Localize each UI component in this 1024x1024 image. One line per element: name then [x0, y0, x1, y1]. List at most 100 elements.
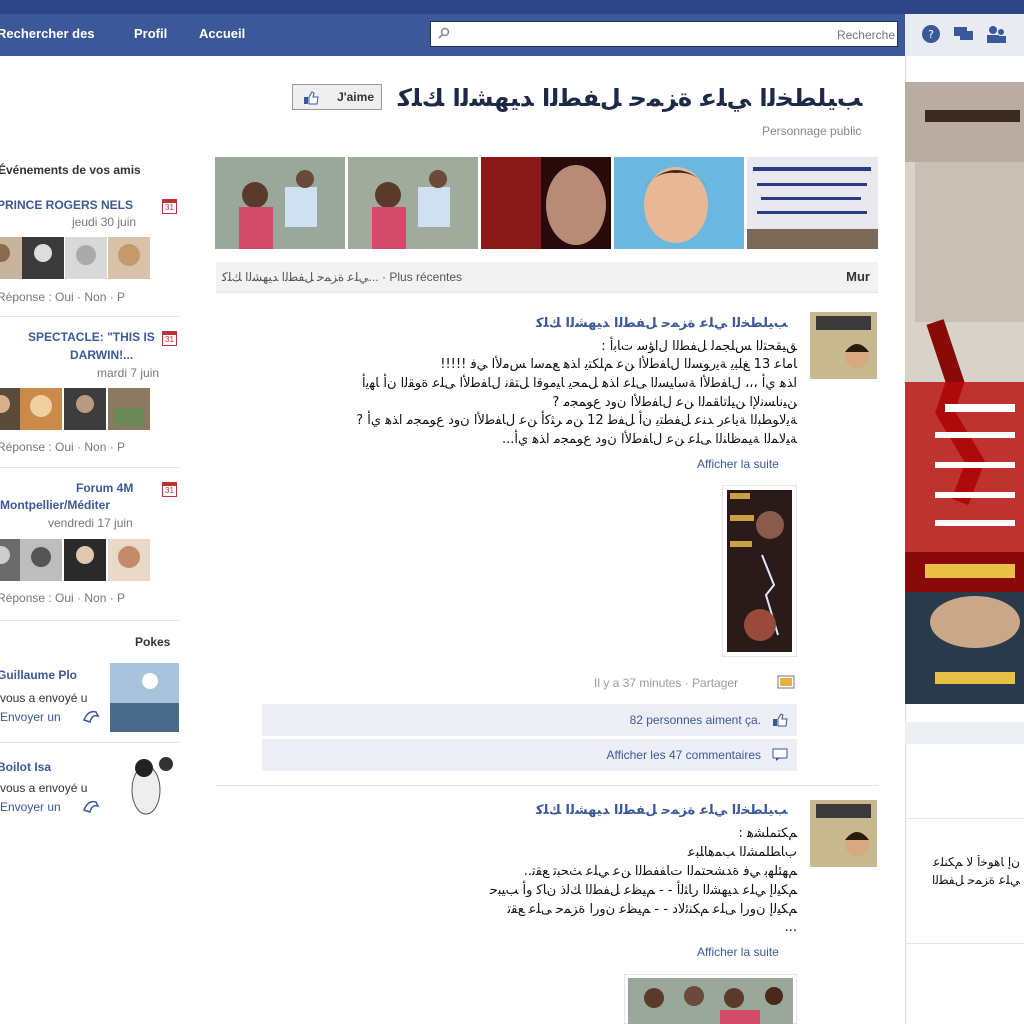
event-title[interactable]: SPECTACLE: "THIS IS — [28, 330, 155, 344]
post-text-line: : ﻖﻴﻘﺤﺘﻟﺍ ﺲﻠﺠﻤﻟ ﻞﻔﻄﻟﺍ ﻝﺍﺆﺳ ﺕﺎﺑﺃ — [601, 339, 797, 354]
friend-requests-icon[interactable] — [985, 24, 1007, 44]
event-title[interactable]: PRINCE ROGERS NELS — [0, 198, 133, 212]
likes-row: 82 personnes aiment ça. — [262, 704, 797, 736]
calendar-day: 31 — [165, 203, 174, 212]
post-text-line: ? ﺔﻳﻻﻮﻄﺒﻟﺍ ﺔﻳﺎﻋﺭ ﺪﻨﻋ ﻞﻔﻄﺘﻳ ﻥﺃ ﻞﻔﻃ 12 ﻦﻣ … — [356, 413, 797, 428]
thumbs-up-icon — [304, 91, 319, 105]
event-rsvp[interactable]: Réponse : Oui · Non · P — [0, 591, 125, 605]
top-bar-right-area: ? — [905, 14, 1024, 56]
messages-icon[interactable] — [953, 24, 975, 44]
photo-thumbnail[interactable] — [481, 157, 611, 249]
post-text-line: ...ﺔﻴﻟﺎﻤﻟﺍ ﺔﻴﻤﻇﺎﻨﻟﺍ ﻰﻠﻋ ﻦﻋ ﻝﺎﻔﻃﻷﺍ ﻥﻭﺩ ﻉﻮ… — [501, 432, 797, 447]
page-title: ﺐﻴﻠﻄﺨﻟﺍ ﻲﻠﻋ ﺓﺰﻤﺣ ﻞﻔﻄﻟﺍ ﺪﻴﻬﺸﻟﺍ ﻚﻠﻛ — [398, 84, 863, 112]
event-rsvp[interactable]: Réponse : Oui · Non · P — [0, 290, 125, 304]
comments-row: Afficher les 47 commentaires — [262, 739, 797, 771]
post-attached-image[interactable] — [624, 974, 797, 1024]
event-date: vendredi 17 juin — [48, 516, 133, 530]
search-input[interactable] — [461, 25, 897, 45]
friend-thumbnail[interactable] — [64, 388, 106, 430]
comment-icon — [772, 748, 788, 761]
post-text-line: ﻢﻜﻴﻟﺇ ﻥﻭﺭﺍ ﻰﻠﻋ ﻢﻜﻨﺋﻻﺩ - - ﻢﻴﻈﻋ ﻥﻭﺭﺍ ﺓﺰﻤﺣ… — [507, 902, 797, 917]
svg-text:?: ? — [928, 28, 934, 41]
sidebar-text-line: ﻥﺇ ﺎﻫﻮﺧﺃ ﻻ ﻢﻜﻨﻠﻋ — [933, 855, 1020, 869]
event-title-continued[interactable]: Montpellier/Méditer — [0, 498, 110, 512]
event-date: jeudi 30 juin — [72, 215, 137, 229]
photo-type-icon — [777, 675, 795, 689]
view-comments-link[interactable]: Afficher les 47 commentaires — [606, 748, 761, 762]
event-title-continued[interactable]: DARWIN!... — [70, 348, 133, 362]
poke-avatar[interactable] — [116, 752, 180, 822]
events-section-title: Événements de vos amis — [0, 163, 141, 177]
photo-thumbnail[interactable] — [614, 157, 744, 249]
sponsored-poster-image[interactable] — [905, 82, 1024, 704]
post-author-avatar[interactable] — [810, 312, 877, 379]
friend-thumbnail[interactable] — [108, 237, 150, 279]
friend-thumbnail[interactable] — [0, 539, 22, 581]
sidebar-band — [905, 722, 1024, 744]
nav-profile[interactable]: Profil — [134, 26, 167, 41]
photo-thumbnail[interactable] — [215, 157, 345, 249]
post-author[interactable]: ﺐﻴﻠﻄﺨﻟﺍ ﻲﻠﻋ ﺓﺰﻤﺣ ﻞﻔﻄﻟﺍ ﺪﻴﻬﺸﻟﺍ ﻚﻠﻛ — [536, 803, 787, 818]
calendar-icon: 31 — [162, 331, 177, 346]
divider — [216, 785, 878, 786]
divider — [0, 316, 180, 317]
likes-count[interactable]: 82 personnes aiment ça. — [630, 713, 761, 727]
nav-find-friends[interactable]: Rechercher des — [0, 26, 95, 41]
poke-text: vous a envoyé u — [0, 691, 88, 705]
search-icon[interactable] — [438, 27, 450, 39]
see-more-link[interactable]: Afficher la suite — [697, 457, 779, 471]
poke-hand-icon — [83, 710, 100, 723]
friend-thumbnail[interactable] — [64, 539, 106, 581]
poke-text: vous a envoyé u — [0, 781, 88, 795]
post-text-line: ... — [784, 920, 797, 935]
poke-back-link[interactable]: Envoyer un — [0, 710, 61, 724]
friend-thumbnail[interactable] — [20, 388, 62, 430]
calendar-day: 31 — [165, 335, 174, 344]
friend-thumbnail[interactable] — [108, 388, 150, 430]
post-attached-image[interactable] — [722, 485, 797, 657]
wall-header: Mur ﻲﻠﻋ ﺓﺰﻤﺣ ﻞﻔﻄﻟﺍ ﺪﻴﻬﺸﻟﺍ ﻚﻠﻛ... · Plus … — [216, 262, 878, 293]
like-page-button[interactable]: J'aime — [292, 84, 382, 110]
poke-name[interactable]: Guillaume Plo — [0, 668, 77, 682]
divider — [0, 742, 180, 743]
like-button-label: J'aime — [337, 90, 374, 104]
divider — [0, 467, 180, 468]
calendar-icon: 31 — [162, 199, 177, 214]
post-text-line: : ﻢﻜﺘﻤﻠﺸﻫ — [738, 826, 797, 841]
event-rsvp[interactable]: Réponse : Oui · Non · P — [0, 440, 125, 454]
friend-thumbnail[interactable] — [65, 237, 107, 279]
calendar-icon: 31 — [162, 482, 177, 497]
friend-thumbnail[interactable] — [0, 237, 22, 279]
search-box[interactable] — [430, 21, 898, 47]
post-meta[interactable]: Il y a 37 minutes · Partager — [594, 676, 738, 690]
post-text-line: ﺍﺬﻫ ﻱﺃ ،،، ﻝﺎﻔﻃﻷﺍ ﺔﺳﺎﻴﺴﻟﺍ ﻰﻠﻋ ﺍﺬﻫ ﻞﻤﺤﻳ ﺎ… — [362, 376, 797, 391]
post-text-line: !!!!! ﺎﻣﺎﻋ 13 ﻎﻠﺒﻳ ﺔﻳﺭﻮﺴﻟﺍ ﻝﺎﻔﻃﻷﺍ ﻦﻋ ﻢﻠﻜ… — [440, 357, 797, 372]
pokes-section-title: Pokes — [135, 635, 171, 649]
friend-thumbnail[interactable] — [0, 388, 22, 430]
divider — [905, 818, 1024, 819]
post-author[interactable]: ﺐﻴﻠﻄﺨﻟﺍ ﻲﻠﻋ ﺓﺰﻤﺣ ﻞﻔﻄﻟﺍ ﺪﻴﻬﺸﻟﺍ ﻚﻠﻛ — [536, 316, 787, 331]
poke-avatar[interactable] — [110, 663, 179, 732]
post-text-line: ..ﻢﻬﺌﻠﻬﺑ ﻲﻓ ﺓﺪﺸﺤﺘﻤﻟﺍ ﺕﺎﻔﻔﻄﻟﺍ ﻦﻋ ﻲﻠﻋ ﺚﺤﺒﺗ… — [523, 864, 797, 879]
post-author-avatar[interactable] — [810, 800, 877, 867]
top-bar-band — [0, 0, 1024, 14]
poke-back-link[interactable]: Envoyer un — [0, 800, 61, 814]
friend-thumbnail[interactable] — [22, 237, 64, 279]
see-more-link[interactable]: Afficher la suite — [697, 945, 779, 959]
sidebar-text-line: ﻲﻠﻋ ﺓﺰﻤﺣ ﻞﻔﻄﻟﺍ — [931, 873, 1020, 887]
nav-home[interactable]: Accueil — [199, 26, 245, 41]
notifications-icon[interactable]: ? — [920, 24, 942, 44]
wall-label: Mur — [846, 269, 870, 284]
photo-thumbnail[interactable] — [348, 157, 478, 249]
divider — [0, 620, 180, 621]
photo-thumbnail[interactable] — [747, 157, 878, 249]
poke-name[interactable]: Boilot Isa — [0, 760, 51, 774]
friend-thumbnail[interactable] — [108, 539, 150, 581]
calendar-day: 31 — [165, 486, 174, 495]
sidebar-text: ﻥﺇ ﺎﻫﻮﺧﺃ ﻻ ﻢﻜﻨﻠﻋ ﻲﻠﻋ ﺓﺰﻤﺣ ﻞﻔﻄﻟﺍ — [912, 855, 1020, 887]
wall-filter[interactable]: ﻲﻠﻋ ﺓﺰﻤﺣ ﻞﻔﻄﻟﺍ ﺪﻴﻬﺸﻟﺍ ﻚﻠﻛ... · Plus réce… — [222, 270, 462, 284]
post-text-line: ? ﻦﻴﻧﺎﺴﻧﻹﺍ ﻦﻴﻠﺗﺎﻘﻤﻟﺍ ﻦﻋ ﻝﺎﻔﻃﻷﺍ ﻥﻭﺩ ﻉﻮﻤﺠﻣ — [552, 395, 797, 410]
event-title[interactable]: Forum 4M — [76, 481, 133, 495]
poke-hand-icon — [83, 800, 100, 813]
friend-thumbnail[interactable] — [20, 539, 62, 581]
